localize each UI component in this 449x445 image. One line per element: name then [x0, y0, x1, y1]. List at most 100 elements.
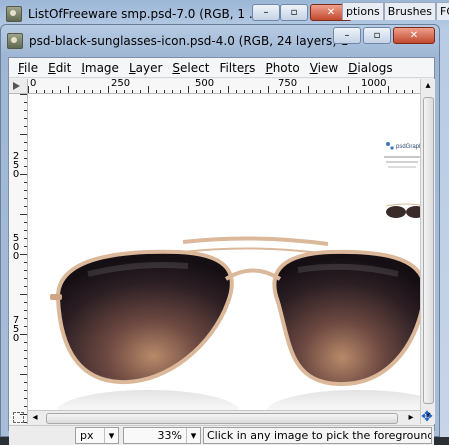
quick-mask-button[interactable] [9, 410, 27, 424]
ruler-tick [20, 94, 27, 95]
ruler-tick [300, 90, 301, 93]
menu-arrow-icon [13, 82, 20, 90]
ruler-tick [244, 90, 245, 93]
ruler-corner-button[interactable] [9, 79, 28, 94]
image-canvas[interactable]: psdGraphics [28, 94, 420, 424]
ruler-tick [28, 86, 29, 93]
ruler-tick [228, 86, 229, 93]
ruler-label: 750 [278, 79, 298, 89]
scroll-right-button[interactable]: ▸ [404, 411, 418, 425]
horizontal-scrollbar[interactable]: ◂ ▸ [28, 410, 420, 425]
horizontal-ruler[interactable]: 0 250 500 750 1000 [28, 79, 420, 94]
menu-item[interactable]: File [13, 61, 43, 75]
ruler-tick [20, 374, 27, 375]
menu-item[interactable]: Layer [124, 61, 167, 75]
ruler-tick [212, 90, 213, 93]
ruler-tick [172, 90, 173, 93]
menu-item[interactable]: Photo [260, 61, 304, 75]
horizontal-scroll-thumb[interactable] [46, 413, 398, 424]
menu-item[interactable]: Filters [214, 61, 260, 75]
maximize-button[interactable]: ▫ [363, 27, 391, 44]
ruler-tick [116, 90, 117, 93]
arrow-right-icon: ▸ [408, 412, 414, 423]
minimize-button[interactable]: – [333, 27, 361, 44]
ruler-tick [260, 90, 261, 93]
app-icon [7, 33, 23, 49]
ruler-tick [60, 90, 61, 93]
ruler-tick [24, 366, 27, 367]
ruler-label: 250 [12, 151, 20, 180]
ruler-tick [412, 90, 413, 93]
vertical-ruler[interactable]: 250 500 750 [9, 94, 28, 424]
vertical-scrollbar[interactable]: ▴ ▾ [420, 79, 435, 424]
ruler-tick [348, 86, 349, 93]
ruler-tick [180, 90, 181, 93]
ruler-tick [24, 246, 27, 247]
tab-fg-bg[interactable]: FG/ [436, 2, 449, 20]
ruler-tick [396, 90, 397, 93]
menu-item[interactable]: Edit [43, 61, 76, 75]
nose-bridge [224, 268, 282, 281]
ruler-tick [24, 182, 27, 183]
close-button[interactable]: ✕ [393, 27, 435, 44]
quick-mask-icon [12, 411, 24, 423]
ruler-tick [24, 222, 27, 223]
minimize-button[interactable]: – [252, 4, 280, 21]
status-message: Click in any image to pick the foregroun… [203, 427, 432, 444]
ruler-tick [308, 86, 309, 93]
ruler-tick [24, 166, 27, 167]
chevron-down-icon: ▾ [104, 428, 118, 443]
ruler-tick [24, 262, 27, 263]
ruler-label: 1000 [361, 79, 387, 89]
maximize-button[interactable]: ▫ [280, 4, 308, 21]
left-lens [55, 249, 234, 385]
ruler-tick [140, 90, 141, 93]
top-bar [182, 236, 329, 246]
ruler-tick [20, 134, 27, 135]
background-window-title: ListOfFreeware smp.psd-7.0 (RGB, 1 ... [28, 7, 261, 21]
ruler-tick [24, 390, 27, 391]
zoom-select[interactable]: 33% ▾ [123, 427, 201, 444]
ruler-tick [316, 90, 317, 93]
statusbar: px ▾ 33% ▾ Click in any image to pick th… [9, 425, 434, 445]
navigate-button[interactable]: ✥ [420, 409, 434, 425]
ruler-tick [24, 190, 27, 191]
ruler-tick [108, 86, 109, 93]
tab-options[interactable]: ptions [342, 2, 384, 20]
ruler-tick [24, 270, 27, 271]
menu-item[interactable]: Dialogs [343, 61, 397, 75]
ruler-tick [24, 382, 27, 383]
ruler-tick [236, 90, 237, 93]
tab-brushes[interactable]: Brushes [383, 2, 437, 20]
ruler-tick [24, 230, 27, 231]
maximize-icon: ▫ [290, 6, 298, 18]
ruler-tick [20, 174, 27, 175]
scroll-up-button[interactable]: ▴ [421, 79, 435, 93]
ruler-tick [84, 90, 85, 93]
ruler-tick [220, 90, 221, 93]
vertical-scroll-thumb[interactable] [423, 97, 434, 404]
ruler-tick [24, 142, 27, 143]
ruler-tick [92, 90, 93, 93]
menu-item[interactable]: View [305, 61, 343, 75]
unit-select[interactable]: px ▾ [75, 427, 119, 444]
ruler-tick [388, 86, 389, 93]
image-window: psd-black-sunglasses-icon.psd-4.0 (RGB, … [0, 24, 440, 445]
ruler-tick [24, 118, 27, 119]
ruler-tick [156, 90, 157, 93]
close-icon: ✕ [326, 6, 336, 18]
menu-item[interactable]: Image [76, 61, 124, 75]
ruler-tick [68, 86, 69, 93]
ruler-tick [364, 90, 365, 93]
menu-item[interactable]: Select [167, 61, 214, 75]
menubar: File Edit Image Layer Select Filters Photo View… [9, 58, 434, 78]
scroll-left-button[interactable]: ◂ [28, 411, 42, 425]
ruler-tick [268, 86, 269, 93]
ruler-tick [164, 90, 165, 93]
app-icon [6, 6, 22, 22]
ruler-tick [372, 90, 373, 93]
ruler-tick [24, 158, 27, 159]
zoom-value: 33% [157, 429, 182, 442]
ruler-tick [24, 278, 27, 279]
ruler-tick [24, 350, 27, 351]
